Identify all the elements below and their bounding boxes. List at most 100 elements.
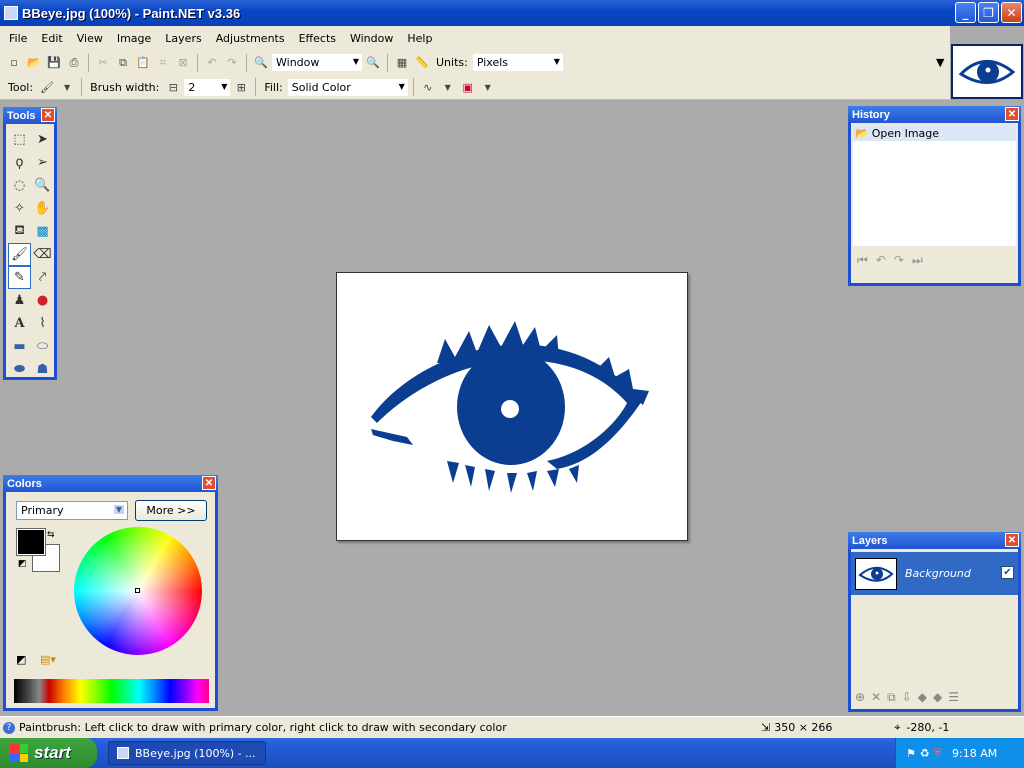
image-canvas[interactable]: [336, 272, 688, 541]
color-palette[interactable]: [14, 679, 209, 703]
menu-image[interactable]: Image: [110, 32, 158, 45]
menu-adjustments[interactable]: Adjustments: [209, 32, 292, 45]
freeform-shape-icon[interactable]: ☗: [31, 358, 54, 381]
rounded-rectangle-icon[interactable]: ⬭: [31, 335, 54, 358]
start-button[interactable]: start: [0, 738, 97, 768]
menu-edit[interactable]: Edit: [34, 32, 69, 45]
grid-icon[interactable]: ▦: [394, 55, 410, 71]
paintbrush-icon[interactable]: 🖌: [39, 79, 55, 95]
chevron-down-icon[interactable]: ▼: [59, 79, 75, 95]
eraser-icon[interactable]: ⌫: [31, 243, 54, 266]
move-layer-up-icon[interactable]: ◆: [918, 690, 927, 705]
thumbnail-dropdown-icon[interactable]: ▼: [936, 56, 944, 69]
redo-icon[interactable]: ↷: [894, 253, 904, 268]
layer-properties-icon[interactable]: ☰: [948, 690, 959, 705]
antialiasing-icon[interactable]: ∿: [420, 79, 436, 95]
palette-icon[interactable]: ◩: [16, 653, 26, 666]
ellipse-select-icon[interactable]: ◌: [8, 174, 31, 197]
zoom-icon[interactable]: 🔍: [31, 174, 54, 197]
merge-layer-icon[interactable]: ⇩: [902, 690, 912, 705]
pan-icon[interactable]: ✋: [31, 197, 54, 220]
palette-menu-icon[interactable]: ▤▾: [40, 653, 56, 666]
line-curve-icon[interactable]: ⌇: [31, 312, 54, 335]
open-icon[interactable]: 📂: [26, 55, 42, 71]
primary-color-swatch[interactable]: [16, 528, 46, 556]
color-wheel[interactable]: [74, 527, 202, 655]
plus-icon[interactable]: ⊞: [233, 79, 249, 95]
duplicate-layer-icon[interactable]: ⧉: [887, 690, 896, 705]
copy-icon[interactable]: ⧉: [115, 55, 131, 71]
fill-select[interactable]: Solid Color ▼: [286, 77, 409, 97]
move-selected-icon[interactable]: ➢: [31, 151, 54, 174]
close-icon[interactable]: ✕: [202, 476, 216, 490]
new-icon[interactable]: ▫: [6, 55, 22, 71]
maximize-button[interactable]: ❐: [978, 2, 999, 23]
minimize-button[interactable]: _: [955, 2, 976, 23]
cut-icon[interactable]: ✂: [95, 55, 111, 71]
taskbar-item-paintnet[interactable]: BBeye.jpg (100%) - ...: [108, 741, 266, 765]
color-wheel-cursor[interactable]: [135, 588, 140, 593]
security-shield-icon[interactable]: ⛨: [934, 746, 942, 760]
close-icon[interactable]: ✕: [1005, 533, 1019, 547]
paint-bucket-icon[interactable]: ⛾: [8, 220, 31, 243]
add-layer-icon[interactable]: ⊕: [855, 690, 865, 705]
close-icon[interactable]: ✕: [1005, 107, 1019, 121]
chevron-down-icon[interactable]: ▼: [480, 79, 496, 95]
zoom-out-icon[interactable]: 🔍: [253, 55, 269, 71]
more-colors-button[interactable]: More >>: [135, 500, 207, 521]
undo-icon[interactable]: ↶: [204, 55, 220, 71]
image-thumbnail-tab[interactable]: [951, 44, 1023, 99]
deselect-icon[interactable]: ⊠: [175, 55, 191, 71]
layer-visibility-checkbox[interactable]: ✔: [1001, 566, 1014, 579]
paste-icon[interactable]: 📋: [135, 55, 151, 71]
swap-colors-icon[interactable]: ⇆: [47, 530, 55, 540]
reset-colors-icon[interactable]: ◩: [18, 559, 27, 569]
start-label: start: [34, 743, 71, 762]
chevron-down-icon[interactable]: ▼: [440, 79, 456, 95]
color-picker-icon[interactable]: ⤤: [31, 266, 54, 289]
clone-stamp-icon[interactable]: ♟: [8, 289, 31, 312]
layer-row[interactable]: Background ✔: [851, 552, 1018, 595]
paintbrush-icon[interactable]: 🖌: [8, 243, 31, 266]
close-button[interactable]: ✕: [1001, 2, 1022, 23]
tray-app-icon[interactable]: ♻: [920, 747, 930, 760]
color-mode-select[interactable]: Primary ▼: [16, 501, 128, 520]
gradient-icon[interactable]: ▩: [31, 220, 54, 243]
ruler-icon[interactable]: 📏: [414, 55, 430, 71]
delete-layer-icon[interactable]: ✕: [871, 690, 881, 705]
close-icon[interactable]: ✕: [41, 108, 55, 122]
redo-icon[interactable]: ↷: [224, 55, 240, 71]
network-icon[interactable]: ⚑: [906, 747, 916, 760]
units-select[interactable]: Pixels ▼: [471, 53, 564, 72]
lasso-select-icon[interactable]: ϙ: [8, 151, 31, 174]
rectangle-icon[interactable]: ▬: [8, 335, 31, 358]
crop-icon[interactable]: ⌗: [155, 55, 171, 71]
windows-logo-icon: [10, 744, 28, 762]
minus-icon[interactable]: ⊟: [165, 79, 181, 95]
save-icon[interactable]: 💾: [46, 55, 62, 71]
print-icon[interactable]: ⎙: [66, 55, 82, 71]
ellipse-icon[interactable]: ⬬: [8, 358, 31, 381]
zoom-in-icon[interactable]: 🔍: [365, 55, 381, 71]
magic-wand-icon[interactable]: ✧: [8, 197, 31, 220]
rewind-icon[interactable]: ⏮: [857, 253, 868, 268]
undo-icon[interactable]: ↶: [876, 253, 886, 268]
menu-file[interactable]: File: [2, 32, 34, 45]
pencil-icon[interactable]: ✎: [8, 266, 31, 289]
recolor-icon[interactable]: ●: [31, 289, 54, 312]
history-item[interactable]: 📂 Open Image: [853, 126, 1016, 141]
zoom-select[interactable]: Window ▼: [271, 53, 363, 72]
menu-help[interactable]: Help: [400, 32, 439, 45]
menu-window[interactable]: Window: [343, 32, 400, 45]
rectangle-select-icon[interactable]: ⬚: [8, 128, 31, 151]
blend-mode-icon[interactable]: ▣: [460, 79, 476, 95]
brush-width-field[interactable]: 2 ▼: [183, 77, 232, 97]
menu-view[interactable]: View: [70, 32, 110, 45]
text-icon[interactable]: A: [8, 312, 31, 335]
move-selection-icon[interactable]: ➤: [31, 128, 54, 151]
move-layer-down-icon[interactable]: ◆: [933, 690, 942, 705]
history-list: 📂 Open Image: [853, 126, 1016, 246]
menu-effects[interactable]: Effects: [292, 32, 343, 45]
menu-layers[interactable]: Layers: [158, 32, 208, 45]
fast-forward-icon[interactable]: ⏭: [912, 253, 923, 268]
